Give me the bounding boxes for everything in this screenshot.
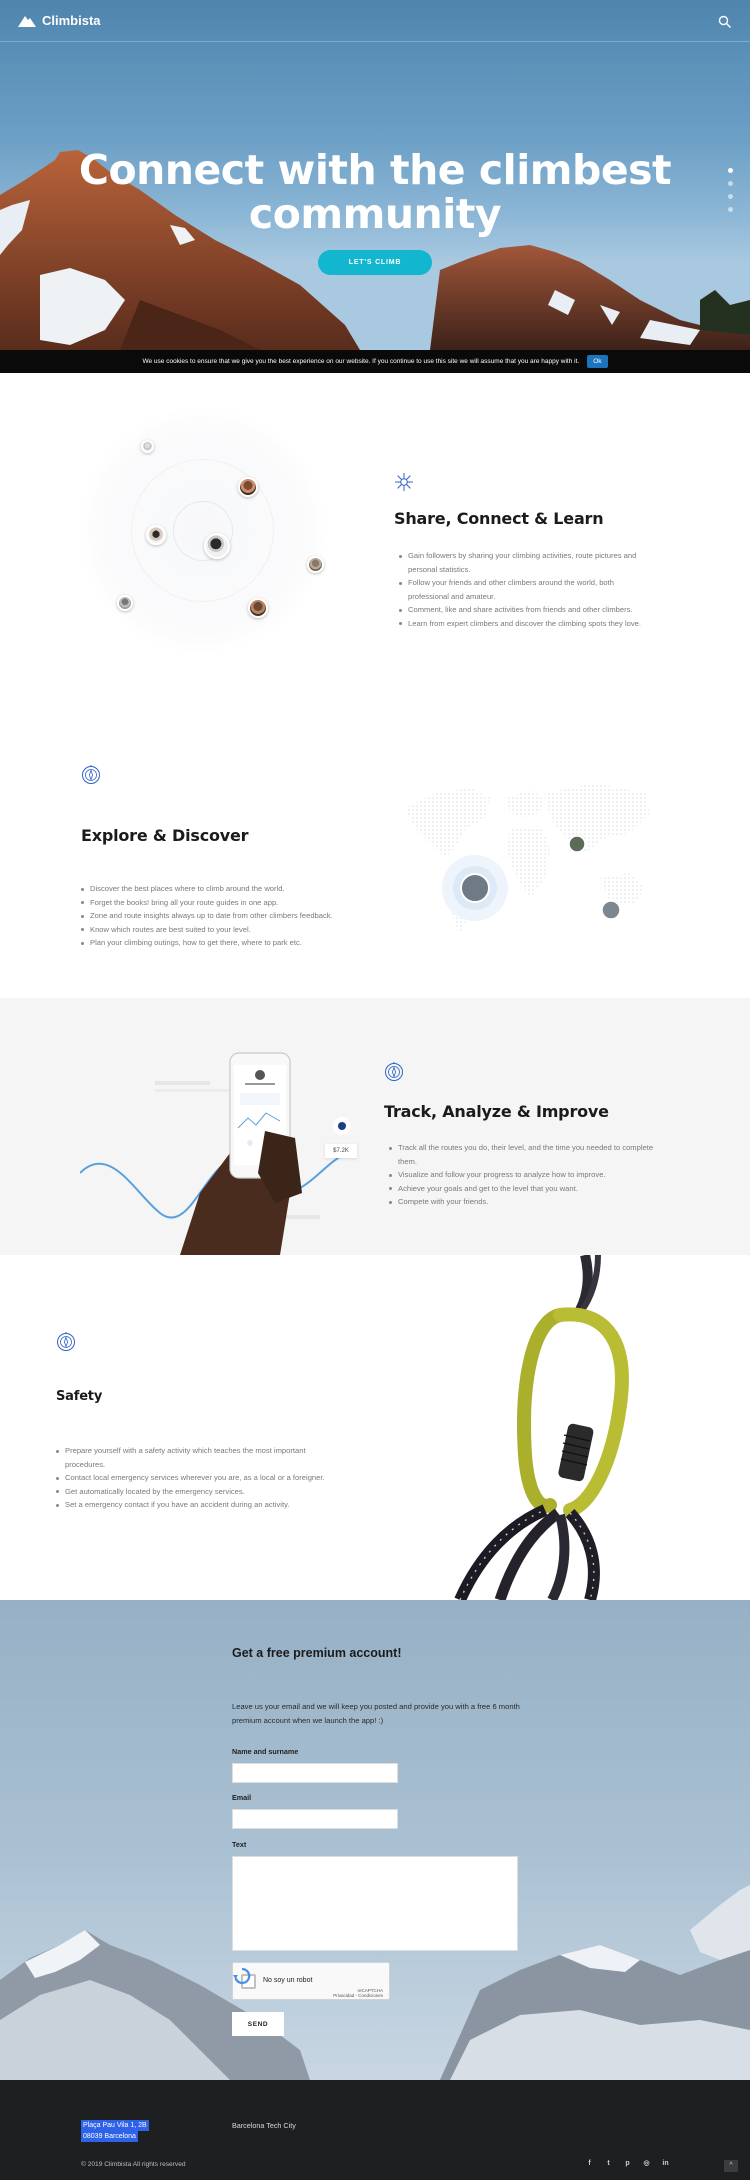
list-item: Zone and route insights always up to dat… — [81, 909, 371, 923]
feature-title: Share, Connect & Learn — [394, 509, 604, 528]
search-icon[interactable] — [718, 15, 732, 29]
signup-description: Leave us your email and we will keep you… — [232, 1702, 520, 1725]
list-item: Achieve your goals and get to the level … — [389, 1182, 664, 1196]
recaptcha-logo-icon — [233, 1967, 251, 1985]
feature-title: Explore & Discover — [81, 826, 249, 845]
list-item: Comment, like and share activities from … — [399, 603, 654, 617]
avatar[interactable] — [248, 598, 268, 618]
name-input[interactable] — [232, 1763, 398, 1783]
list-item: Know which routes are best suited to you… — [81, 923, 371, 937]
stat-badge: $7.2K — [325, 1144, 357, 1158]
cookie-ok-button[interactable]: Ok — [587, 355, 608, 368]
feature-share-section: Share, Connect & Learn Gain followers by… — [0, 373, 750, 718]
slider-dot[interactable] — [728, 207, 733, 212]
list-item: Forget the books! bring all your route g… — [81, 896, 371, 910]
list-item: Get automatically located by the emergen… — [56, 1485, 326, 1499]
email-input[interactable] — [232, 1809, 398, 1829]
lets-climb-button[interactable]: LET'S CLIMB — [318, 250, 432, 275]
feature-list: Track all the routes you do, their level… — [389, 1141, 664, 1209]
hero-title: Connect with the climbest community — [78, 146, 672, 238]
slider-dots — [728, 168, 733, 212]
feature-title: Track, Analyze & Improve — [384, 1102, 609, 1121]
compass-icon — [57, 1332, 75, 1351]
captcha-links[interactable]: Privacidad - Condiciones — [333, 1993, 383, 1998]
list-item: Discover the best places where to climb … — [81, 882, 371, 896]
send-button[interactable]: SEND — [232, 2012, 284, 2036]
avatar[interactable] — [238, 477, 258, 497]
footer-city: Barcelona Tech City — [232, 2121, 296, 2130]
avatar[interactable] — [141, 440, 154, 453]
address-line-1: Plaça Pau Vila 1, 2B — [81, 2120, 149, 2131]
carabiner-image — [454, 1255, 629, 1600]
hero: Climbista Connect with the climbest comm… — [0, 0, 750, 350]
list-item: Set a emergency contact if you have an a… — [56, 1498, 326, 1512]
avatar[interactable] — [117, 595, 133, 611]
footer-address: Plaça Pau Vila 1, 2B 08039 Barcelona — [81, 2120, 149, 2142]
list-item: Track all the routes you do, their level… — [389, 1141, 664, 1168]
list-item: Follow your friends and other climbers a… — [399, 576, 654, 603]
list-item: Learn from expert climbers and discover … — [399, 617, 654, 631]
name-label: Name and surname — [232, 1747, 299, 1756]
list-item: Gain followers by sharing your climbing … — [399, 549, 654, 576]
feature-safety-section: Safety Prepare yourself with a safety ac… — [0, 1255, 750, 1600]
copyright: © 2019 Climbista All rights reserved — [81, 2161, 186, 2168]
message-textarea[interactable] — [232, 1856, 518, 1951]
list-item: Contact local emergency services whereve… — [56, 1471, 326, 1485]
email-label: Email — [232, 1793, 252, 1802]
slider-dot[interactable] — [728, 194, 733, 199]
captcha-label: No soy un robot — [263, 1977, 313, 1984]
feature-track-section: $7.2K Track, Analyze & Improve Track all… — [0, 998, 750, 1255]
address-line-2: 08039 Barcelona — [81, 2131, 138, 2142]
back-to-top-button[interactable]: ^ — [724, 2160, 738, 2172]
pinterest-icon[interactable]: p — [623, 2159, 632, 2168]
cookie-banner: We use cookies to ensure that we give yo… — [0, 350, 750, 373]
logo[interactable]: Climbista — [18, 13, 101, 28]
instagram-icon[interactable]: ◎ — [642, 2159, 651, 2168]
network-icon — [395, 473, 413, 491]
cookie-text: We use cookies to ensure that we give yo… — [142, 358, 580, 365]
avatar[interactable] — [307, 556, 324, 573]
footer: Plaça Pau Vila 1, 2B 08039 Barcelona Bar… — [0, 2080, 750, 2180]
feature-list: Gain followers by sharing your climbing … — [399, 549, 654, 630]
avatar[interactable] — [146, 525, 166, 545]
compass-icon — [385, 1062, 403, 1081]
social-links: f t p ◎ in — [585, 2159, 670, 2168]
list-item: Plan your climbing outings, how to get t… — [81, 936, 371, 950]
slider-dot[interactable] — [728, 181, 733, 186]
compass-icon — [82, 765, 100, 784]
top-navbar: Climbista — [0, 0, 750, 42]
avatar-center[interactable] — [204, 533, 230, 559]
feature-list: Discover the best places where to climb … — [81, 882, 371, 950]
slider-dot[interactable] — [728, 168, 733, 173]
mountain-logo-icon — [18, 15, 36, 27]
list-item: Compete with your friends. — [389, 1195, 664, 1209]
recaptcha-widget: No soy un robot reCAPTCHA Privacidad - C… — [232, 1962, 390, 2000]
feature-title: Safety — [56, 1389, 103, 1404]
signup-section: Get a free premium account! Leave us you… — [0, 1600, 750, 2080]
feature-list: Prepare yourself with a safety activity … — [56, 1444, 326, 1512]
list-item: Visualize and follow your progress to an… — [389, 1168, 664, 1182]
text-label: Text — [232, 1840, 247, 1849]
twitter-icon[interactable]: t — [604, 2159, 613, 2168]
snowy-mountains-image — [0, 1885, 750, 2080]
captcha-brand: reCAPTCHA Privacidad - Condiciones — [333, 1988, 383, 1998]
brand-name: Climbista — [42, 13, 101, 28]
signup-title: Get a free premium account! — [232, 1646, 402, 1660]
feature-explore-section: Explore & Discover Discover the best pla… — [0, 718, 750, 998]
linkedin-icon[interactable]: in — [661, 2159, 670, 2168]
facebook-icon[interactable]: f — [585, 2159, 594, 2168]
world-map-image — [405, 783, 650, 933]
list-item: Prepare yourself with a safety activity … — [56, 1444, 326, 1471]
